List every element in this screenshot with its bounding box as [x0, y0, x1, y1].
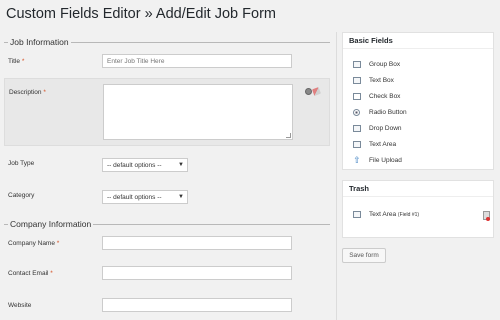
field-item-label: File Upload [369, 157, 402, 164]
job-information-legend: Job Information [8, 37, 71, 48]
column-divider [336, 32, 337, 320]
trash-panel: Trash Text Area (Field #1) [342, 180, 494, 238]
text-area-icon [353, 211, 361, 218]
required-marker: * [43, 89, 46, 96]
text-area-icon [353, 141, 361, 148]
website-row: Website [0, 298, 326, 314]
radio-button-icon [353, 109, 360, 116]
check-box-icon [353, 93, 361, 100]
delete-icon[interactable] [483, 211, 490, 221]
job-type-label: Job Type [8, 160, 35, 167]
job-form: Job Information Title * Description * Jo… [0, 32, 332, 320]
file-upload-icon: ⇧ [353, 155, 361, 165]
required-marker: * [21, 58, 25, 65]
basic-fields-panel: Basic Fields Group Box Text Box Check Bo… [342, 32, 494, 170]
company-name-row: Company Name * [0, 236, 326, 252]
trash-title: Trash [343, 181, 493, 197]
required-marker: * [50, 270, 53, 277]
category-value: -- default options -- [107, 194, 162, 201]
company-name-label: Company Name [8, 240, 55, 247]
row-actions [305, 87, 321, 96]
description-textarea[interactable] [103, 84, 293, 140]
required-marker: * [56, 240, 60, 247]
eraser-icon[interactable] [312, 87, 321, 96]
title-label: Title [8, 58, 21, 65]
dropdown-arrow-icon: ▼ [178, 162, 184, 168]
description-label: Description [9, 89, 42, 96]
page-title: Custom Fields Editor » Add/Edit Job Form [6, 6, 276, 22]
drop-down-icon [353, 125, 361, 132]
category-row: Category -- default options -- ▼ [0, 188, 326, 204]
dropdown-arrow-icon: ▼ [178, 194, 184, 200]
save-form-button[interactable]: Save form [342, 248, 386, 263]
resize-grip-icon[interactable] [286, 133, 291, 138]
field-item-label: Text Area [369, 141, 397, 148]
text-box-icon [353, 77, 361, 84]
field-item-label: Check Box [369, 93, 401, 100]
category-label: Category [8, 192, 35, 199]
contact-email-row: Contact Email * [0, 266, 326, 282]
field-item-label: Group Box [369, 61, 401, 68]
description-row[interactable]: Description * [4, 78, 330, 146]
group-box-icon [353, 61, 361, 68]
title-row: Title * [0, 54, 326, 70]
contact-email-label: Contact Email [8, 270, 49, 277]
basic-fields-title: Basic Fields [343, 33, 493, 49]
contact-email-input[interactable] [102, 266, 292, 280]
trash-item-meta: (Field #1) [397, 212, 420, 218]
field-item-label: Drop Down [369, 125, 402, 132]
category-select[interactable]: -- default options -- ▼ [102, 190, 188, 204]
field-item-label: Radio Button [369, 109, 407, 116]
trash-item-label: Text Area [369, 211, 397, 218]
job-type-row: Job Type -- default options -- ▼ [0, 156, 326, 172]
company-information-legend: Company Information [8, 219, 94, 230]
field-item-label: Text Box [369, 77, 394, 84]
website-label: Website [8, 302, 32, 309]
job-type-value: -- default options -- [107, 162, 162, 169]
company-name-input[interactable] [102, 236, 292, 250]
settings-gear-icon[interactable] [305, 88, 312, 95]
job-type-select[interactable]: -- default options -- ▼ [102, 158, 188, 172]
title-input[interactable] [102, 54, 292, 68]
website-input[interactable] [102, 298, 292, 312]
